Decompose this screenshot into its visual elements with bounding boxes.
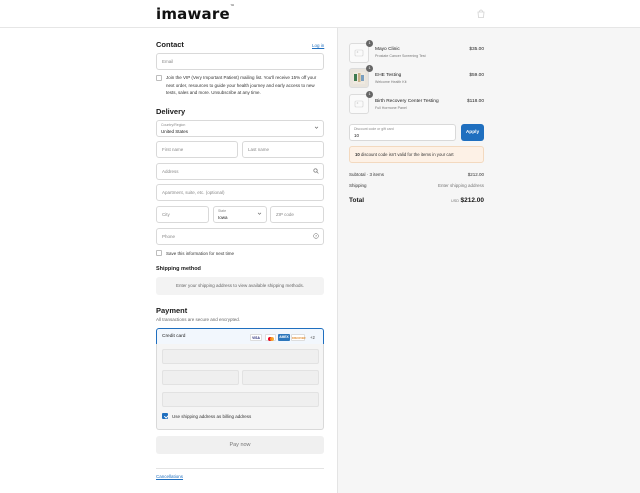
chevron-down-icon	[314, 125, 319, 132]
search-icon	[313, 168, 319, 176]
security-code-field[interactable]	[242, 370, 319, 385]
delivery-heading: Delivery	[156, 107, 186, 116]
svg-text:?: ?	[315, 234, 317, 238]
item-price: $118.00	[467, 99, 484, 104]
item-thumbnail	[349, 43, 369, 63]
item-name: Birth Recovery Center Testing	[375, 99, 439, 104]
discount-code-label: Discount code or gift card	[354, 127, 394, 131]
vip-checkbox[interactable]	[156, 75, 162, 81]
currency-label: USD	[450, 199, 459, 203]
phone-placeholder: Phone	[162, 234, 176, 239]
item-quantity-badge: 1	[366, 91, 373, 98]
error-text: discount code isn't valid for the items …	[360, 152, 454, 157]
state-select[interactable]: State Iowa	[213, 206, 267, 223]
footer-divider	[156, 468, 324, 469]
first-name-field[interactable]: First name	[156, 141, 238, 158]
country-label: Country/Region	[161, 123, 186, 127]
discover-icon: DISCOVER	[291, 334, 306, 341]
apartment-placeholder: Apartment, suite, etc. (optional)	[162, 190, 225, 195]
discount-code-value: 10	[354, 133, 360, 138]
credit-card-label: Credit card	[162, 334, 186, 339]
shipping-value: Enter shipping address	[437, 183, 484, 188]
zip-placeholder: ZIP code	[276, 212, 294, 217]
email-field[interactable]: Email	[156, 53, 324, 70]
item-quantity-badge: 1	[366, 65, 373, 72]
name-on-card-field[interactable]	[162, 392, 319, 407]
last-name-field[interactable]: Last name	[242, 141, 324, 158]
country-select[interactable]: Country/Region United States	[156, 120, 324, 137]
state-label: State	[218, 209, 227, 213]
payment-heading: Payment	[156, 306, 188, 315]
item-quantity-badge: 1	[366, 40, 373, 47]
logo[interactable]: imaware™	[156, 4, 236, 23]
trademark-mark: ™	[229, 4, 236, 10]
payment-subtitle: All transactions are secure and encrypte…	[156, 317, 241, 322]
credit-card-option[interactable]: Credit card VISA AMEX DISCOVER +2	[156, 328, 324, 345]
country-value: United States	[161, 129, 189, 134]
first-name-placeholder: First name	[162, 147, 184, 152]
apartment-field[interactable]: Apartment, suite, etc. (optional)	[156, 184, 324, 201]
order-summary	[337, 28, 640, 493]
amex-icon: AMEX	[278, 334, 290, 341]
item-subtitle: Full Hormone Panel	[375, 106, 407, 110]
image-placeholder-icon	[354, 100, 364, 108]
shipping-label: Shipping	[349, 183, 367, 188]
item-price: $35.00	[469, 47, 484, 52]
cancellations-link[interactable]: Cancellations	[156, 474, 183, 479]
address-placeholder: Address	[162, 169, 179, 174]
visa-icon: VISA	[250, 334, 262, 341]
save-info-checkbox[interactable]	[156, 250, 162, 256]
expiry-field[interactable]	[162, 370, 239, 385]
item-name: EHE Testing	[375, 73, 402, 78]
email-placeholder: Email	[162, 59, 174, 64]
save-info-label: Save this information for next time	[166, 251, 235, 256]
phone-field[interactable]: Phone ?	[156, 228, 324, 245]
card-number-field[interactable]	[162, 349, 319, 364]
item-thumbnail	[349, 68, 369, 88]
city-field[interactable]: City	[156, 206, 209, 223]
total-label: Total	[349, 197, 365, 204]
error-code: 10	[355, 152, 360, 157]
item-thumbnail	[349, 94, 369, 114]
total-value: $212.00	[460, 197, 485, 204]
item-subtitle: Welcome Health Kit	[375, 80, 407, 84]
billing-same-label: Use shipping address as billing address	[172, 414, 252, 419]
help-circle-icon[interactable]: ?	[313, 233, 319, 241]
header: imaware™	[0, 0, 640, 28]
subtotal-label: Subtotal · 3 items	[349, 172, 385, 177]
shipping-method-heading: Shipping method	[156, 266, 201, 272]
last-name-placeholder: Last name	[248, 147, 270, 152]
subtotal-value: $212.00	[467, 172, 484, 177]
chevron-down-icon	[257, 211, 262, 218]
billing-same-checkbox[interactable]	[162, 413, 168, 419]
discount-code-field[interactable]: Discount code or gift card 10	[349, 124, 456, 141]
vip-text: Join the VIP (Very Important Patient) ma…	[166, 75, 317, 96]
state-value: Iowa	[218, 215, 228, 220]
image-placeholder-icon	[354, 49, 364, 57]
shopping-bag-icon[interactable]	[476, 9, 486, 18]
address-field[interactable]: Address	[156, 163, 324, 180]
login-link[interactable]: Log in	[312, 43, 324, 48]
credit-card-form: Use shipping address as billing address	[156, 344, 324, 430]
pay-now-button[interactable]: Pay now	[156, 436, 324, 454]
logo-text: imaware	[156, 5, 230, 23]
shipping-method-notice: Enter your shipping address to view avai…	[156, 277, 324, 295]
item-price: $59.00	[469, 73, 484, 78]
zip-field[interactable]: ZIP code	[270, 206, 324, 223]
apply-button[interactable]: Apply	[461, 124, 484, 141]
contact-heading: Contact	[156, 40, 184, 49]
city-placeholder: City	[162, 212, 170, 217]
item-name: Mayo Clinic	[375, 47, 400, 52]
item-subtitle: Prostate Cancer Screening Test	[375, 54, 426, 58]
product-kit-image	[353, 72, 365, 84]
more-brands-count: +2	[310, 334, 315, 340]
mastercard-icon	[265, 334, 276, 341]
discount-error-banner: 10 discount code isn't valid for the ite…	[349, 146, 484, 163]
